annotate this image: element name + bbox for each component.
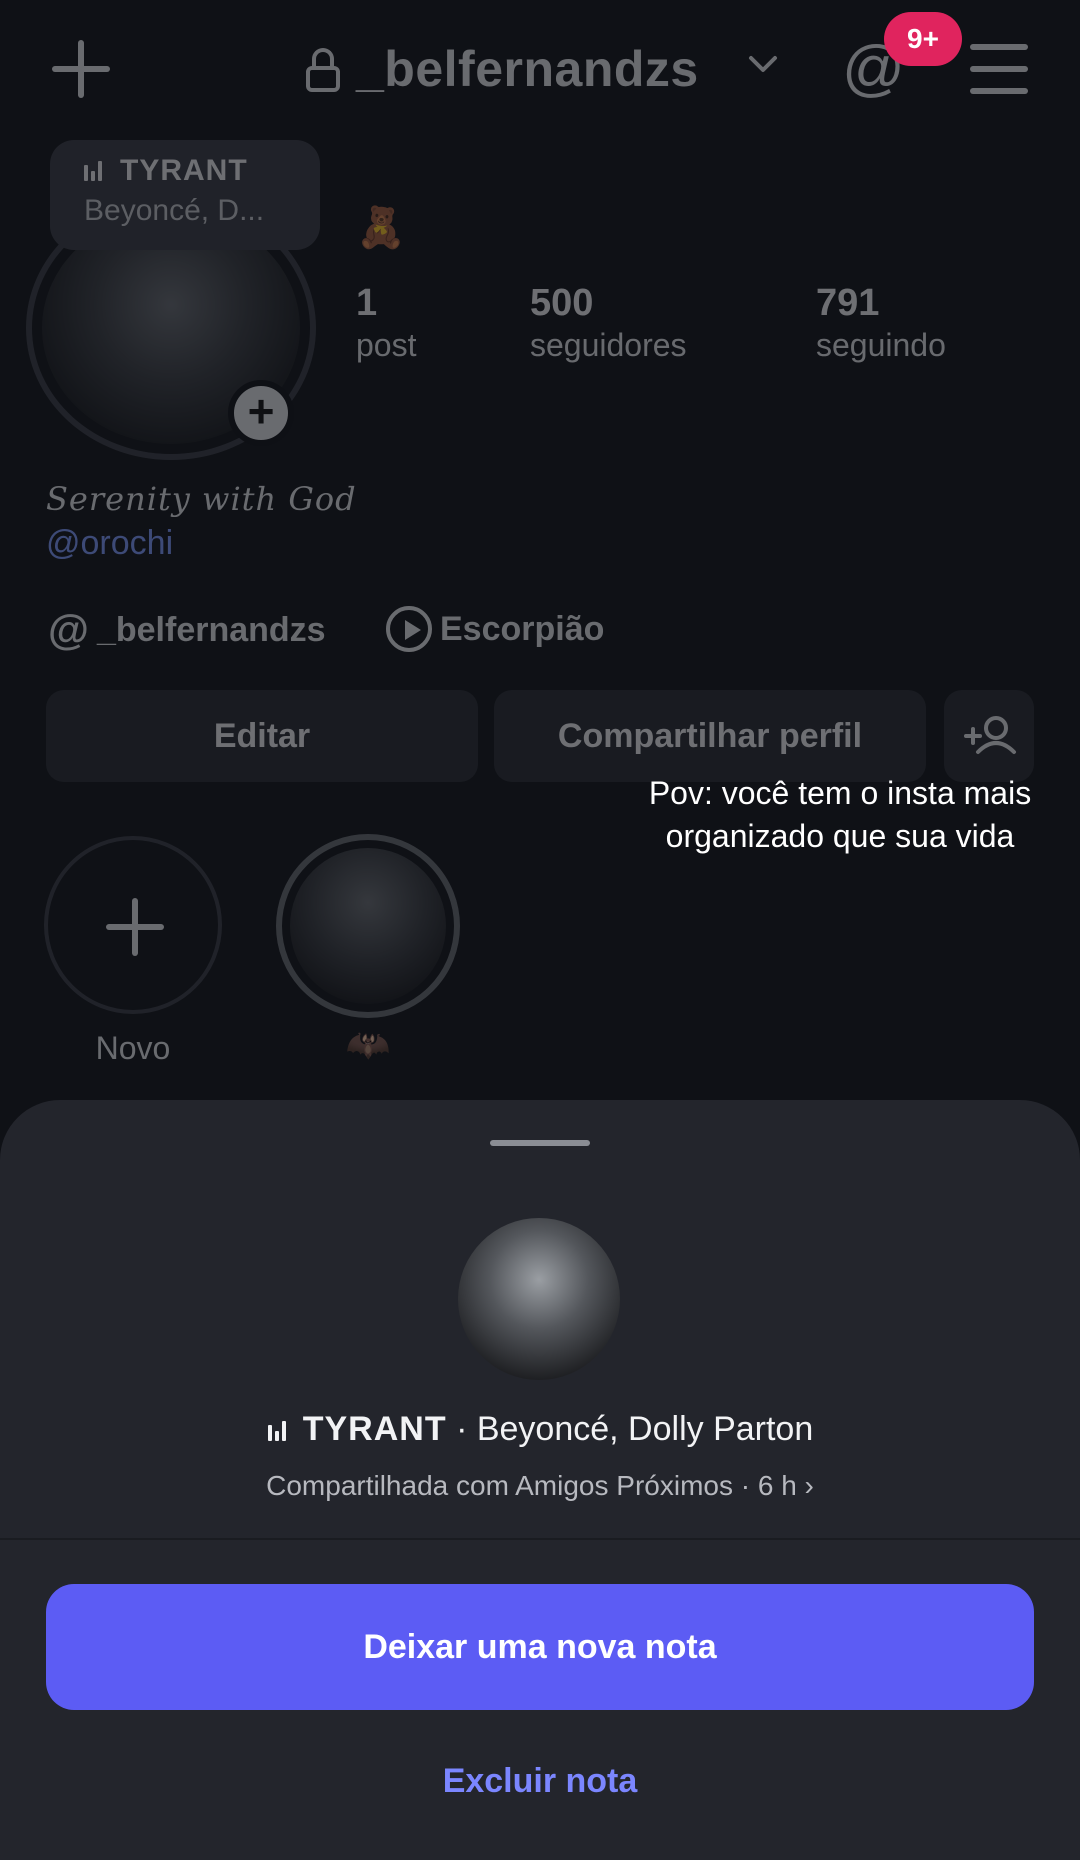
sheet-drag-handle[interactable] [490, 1140, 590, 1146]
stat-following[interactable]: 791 seguindo [816, 282, 946, 364]
add-person-icon [964, 716, 1016, 754]
overlay-caption: Pov: você tem o insta mais organizado qu… [648, 775, 1032, 854]
stat-posts[interactable]: 1 post [356, 282, 416, 364]
threads-small-icon: @ [48, 606, 89, 653]
add-person-button[interactable] [944, 690, 1034, 782]
stat-followers[interactable]: 500 seguidores [530, 282, 687, 364]
note-artist: Beyoncé, D... [84, 194, 265, 227]
highlight-label: 🦇 [345, 1024, 391, 1065]
bio-mention-link[interactable]: @orochi [46, 524, 173, 563]
stat-value: 500 [530, 282, 594, 324]
notification-badge: 9+ [884, 12, 962, 66]
edit-profile-button[interactable]: Editar [46, 690, 478, 782]
lock-icon [306, 48, 340, 92]
note-bubble[interactable]: TYRANT Beyoncé, D... [50, 140, 320, 250]
new-note-button[interactable]: Deixar uma nova nota [46, 1584, 1034, 1710]
zodiac-label: Escorpião [440, 609, 605, 648]
profile-username[interactable]: _belfernandzs [356, 40, 699, 98]
share-profile-button[interactable]: Compartilhar perfil [494, 690, 926, 782]
stat-value: 1 [356, 282, 378, 324]
stat-label: seguindo [816, 327, 946, 363]
stat-value: 791 [816, 282, 880, 324]
zodiac-link[interactable]: Escorpião [386, 606, 604, 652]
note-song-line: TYRANT · Beyoncé, Dolly Parton [0, 1410, 1080, 1449]
highlight-story[interactable] [276, 834, 460, 1018]
note-song-title: TYRANT [120, 154, 248, 187]
stat-label: post [356, 327, 417, 363]
stat-label: seguidores [530, 327, 687, 363]
add-story-icon[interactable]: + [228, 380, 294, 446]
threads-link[interactable]: @ _belfernandzs [48, 606, 326, 654]
bio-text: Serenity with God [46, 480, 357, 518]
delete-note-button[interactable]: Excluir nota [0, 1762, 1080, 1801]
play-circle-icon [386, 606, 432, 652]
highlight-label: Novo [95, 1030, 171, 1066]
note-shared-info[interactable]: Compartilhada com Amigos Próximos · 6 h … [0, 1470, 1080, 1502]
music-bars-icon [267, 1411, 291, 1441]
music-bars-icon [84, 155, 108, 181]
menu-icon[interactable] [970, 44, 1028, 94]
create-plus-icon[interactable] [50, 38, 112, 100]
note-song-artists: · Beyoncé, Dolly Parton [446, 1410, 814, 1448]
sheet-avatar [458, 1218, 620, 1380]
new-highlight-button[interactable] [44, 836, 222, 1014]
chevron-down-icon[interactable] [748, 54, 778, 74]
threads-handle: _belfernandzs [96, 610, 326, 649]
divider [0, 1538, 1080, 1540]
profile-emoji: 🧸 [356, 206, 406, 250]
note-song-title: TYRANT [302, 1410, 447, 1448]
